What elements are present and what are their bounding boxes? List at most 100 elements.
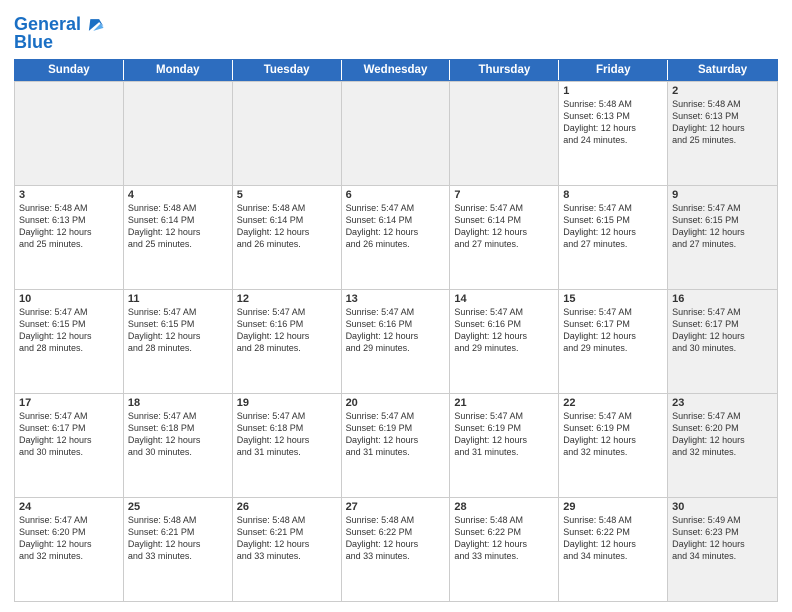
day-number: 12 [237, 293, 337, 305]
day-info: Sunrise: 5:47 AM Sunset: 6:17 PM Dayligh… [672, 306, 773, 355]
day-number: 13 [346, 293, 446, 305]
day-info: Sunrise: 5:47 AM Sunset: 6:17 PM Dayligh… [563, 306, 663, 355]
day-cell-13: 13Sunrise: 5:47 AM Sunset: 6:16 PM Dayli… [342, 290, 451, 393]
day-info: Sunrise: 5:48 AM Sunset: 6:21 PM Dayligh… [128, 514, 228, 563]
day-number: 25 [128, 501, 228, 513]
day-cell-3: 3Sunrise: 5:48 AM Sunset: 6:13 PM Daylig… [15, 186, 124, 289]
day-info: Sunrise: 5:47 AM Sunset: 6:15 PM Dayligh… [19, 306, 119, 355]
day-header-sunday: Sunday [15, 60, 124, 80]
day-cell-12: 12Sunrise: 5:47 AM Sunset: 6:16 PM Dayli… [233, 290, 342, 393]
day-info: Sunrise: 5:48 AM Sunset: 6:13 PM Dayligh… [19, 202, 119, 251]
day-number: 19 [237, 397, 337, 409]
day-info: Sunrise: 5:47 AM Sunset: 6:17 PM Dayligh… [19, 410, 119, 459]
day-number: 10 [19, 293, 119, 305]
day-number: 9 [672, 189, 773, 201]
week-row-4: 17Sunrise: 5:47 AM Sunset: 6:17 PM Dayli… [15, 393, 777, 497]
day-cell-16: 16Sunrise: 5:47 AM Sunset: 6:17 PM Dayli… [668, 290, 777, 393]
empty-cell [15, 82, 124, 185]
day-cell-26: 26Sunrise: 5:48 AM Sunset: 6:21 PM Dayli… [233, 498, 342, 601]
day-cell-2: 2Sunrise: 5:48 AM Sunset: 6:13 PM Daylig… [668, 82, 777, 185]
day-info: Sunrise: 5:48 AM Sunset: 6:13 PM Dayligh… [563, 98, 663, 147]
page: General Blue SundayMondayTuesdayWednesda… [0, 0, 792, 612]
day-cell-28: 28Sunrise: 5:48 AM Sunset: 6:22 PM Dayli… [450, 498, 559, 601]
day-number: 23 [672, 397, 773, 409]
day-cell-15: 15Sunrise: 5:47 AM Sunset: 6:17 PM Dayli… [559, 290, 668, 393]
day-header-tuesday: Tuesday [233, 60, 342, 80]
day-number: 30 [672, 501, 773, 513]
day-cell-17: 17Sunrise: 5:47 AM Sunset: 6:17 PM Dayli… [15, 394, 124, 497]
day-number: 29 [563, 501, 663, 513]
logo: General Blue [14, 14, 105, 53]
day-info: Sunrise: 5:48 AM Sunset: 6:22 PM Dayligh… [563, 514, 663, 563]
day-cell-22: 22Sunrise: 5:47 AM Sunset: 6:19 PM Dayli… [559, 394, 668, 497]
day-cell-24: 24Sunrise: 5:47 AM Sunset: 6:20 PM Dayli… [15, 498, 124, 601]
day-info: Sunrise: 5:47 AM Sunset: 6:18 PM Dayligh… [128, 410, 228, 459]
day-number: 17 [19, 397, 119, 409]
day-info: Sunrise: 5:47 AM Sunset: 6:14 PM Dayligh… [346, 202, 446, 251]
day-cell-6: 6Sunrise: 5:47 AM Sunset: 6:14 PM Daylig… [342, 186, 451, 289]
day-info: Sunrise: 5:49 AM Sunset: 6:23 PM Dayligh… [672, 514, 773, 563]
day-number: 18 [128, 397, 228, 409]
week-row-5: 24Sunrise: 5:47 AM Sunset: 6:20 PM Dayli… [15, 497, 777, 601]
day-info: Sunrise: 5:48 AM Sunset: 6:14 PM Dayligh… [237, 202, 337, 251]
day-info: Sunrise: 5:48 AM Sunset: 6:22 PM Dayligh… [346, 514, 446, 563]
day-cell-18: 18Sunrise: 5:47 AM Sunset: 6:18 PM Dayli… [124, 394, 233, 497]
week-row-1: 1Sunrise: 5:48 AM Sunset: 6:13 PM Daylig… [15, 81, 777, 185]
day-number: 4 [128, 189, 228, 201]
calendar-header: SundayMondayTuesdayWednesdayThursdayFrid… [14, 59, 778, 81]
day-number: 3 [19, 189, 119, 201]
day-cell-5: 5Sunrise: 5:48 AM Sunset: 6:14 PM Daylig… [233, 186, 342, 289]
day-number: 14 [454, 293, 554, 305]
day-number: 21 [454, 397, 554, 409]
day-cell-8: 8Sunrise: 5:47 AM Sunset: 6:15 PM Daylig… [559, 186, 668, 289]
empty-cell [450, 82, 559, 185]
calendar: SundayMondayTuesdayWednesdayThursdayFrid… [14, 59, 778, 602]
day-info: Sunrise: 5:47 AM Sunset: 6:19 PM Dayligh… [454, 410, 554, 459]
day-cell-29: 29Sunrise: 5:48 AM Sunset: 6:22 PM Dayli… [559, 498, 668, 601]
day-cell-21: 21Sunrise: 5:47 AM Sunset: 6:19 PM Dayli… [450, 394, 559, 497]
week-row-2: 3Sunrise: 5:48 AM Sunset: 6:13 PM Daylig… [15, 185, 777, 289]
day-info: Sunrise: 5:48 AM Sunset: 6:14 PM Dayligh… [128, 202, 228, 251]
day-number: 11 [128, 293, 228, 305]
day-cell-9: 9Sunrise: 5:47 AM Sunset: 6:15 PM Daylig… [668, 186, 777, 289]
day-info: Sunrise: 5:47 AM Sunset: 6:19 PM Dayligh… [563, 410, 663, 459]
day-info: Sunrise: 5:47 AM Sunset: 6:20 PM Dayligh… [672, 410, 773, 459]
day-cell-23: 23Sunrise: 5:47 AM Sunset: 6:20 PM Dayli… [668, 394, 777, 497]
day-cell-27: 27Sunrise: 5:48 AM Sunset: 6:22 PM Dayli… [342, 498, 451, 601]
day-info: Sunrise: 5:47 AM Sunset: 6:16 PM Dayligh… [237, 306, 337, 355]
header: General Blue [14, 10, 778, 53]
day-cell-4: 4Sunrise: 5:48 AM Sunset: 6:14 PM Daylig… [124, 186, 233, 289]
logo-icon [83, 14, 105, 36]
day-number: 1 [563, 85, 663, 97]
day-cell-1: 1Sunrise: 5:48 AM Sunset: 6:13 PM Daylig… [559, 82, 668, 185]
day-header-thursday: Thursday [450, 60, 559, 80]
day-number: 22 [563, 397, 663, 409]
day-info: Sunrise: 5:47 AM Sunset: 6:16 PM Dayligh… [454, 306, 554, 355]
day-header-saturday: Saturday [668, 60, 777, 80]
day-info: Sunrise: 5:47 AM Sunset: 6:18 PM Dayligh… [237, 410, 337, 459]
day-number: 27 [346, 501, 446, 513]
day-info: Sunrise: 5:48 AM Sunset: 6:13 PM Dayligh… [672, 98, 773, 147]
day-cell-7: 7Sunrise: 5:47 AM Sunset: 6:14 PM Daylig… [450, 186, 559, 289]
day-number: 8 [563, 189, 663, 201]
day-number: 24 [19, 501, 119, 513]
day-number: 16 [672, 293, 773, 305]
day-header-monday: Monday [124, 60, 233, 80]
day-number: 2 [672, 85, 773, 97]
day-info: Sunrise: 5:47 AM Sunset: 6:15 PM Dayligh… [563, 202, 663, 251]
week-row-3: 10Sunrise: 5:47 AM Sunset: 6:15 PM Dayli… [15, 289, 777, 393]
day-info: Sunrise: 5:47 AM Sunset: 6:19 PM Dayligh… [346, 410, 446, 459]
day-cell-25: 25Sunrise: 5:48 AM Sunset: 6:21 PM Dayli… [124, 498, 233, 601]
day-cell-10: 10Sunrise: 5:47 AM Sunset: 6:15 PM Dayli… [15, 290, 124, 393]
day-info: Sunrise: 5:47 AM Sunset: 6:14 PM Dayligh… [454, 202, 554, 251]
day-number: 26 [237, 501, 337, 513]
day-header-friday: Friday [559, 60, 668, 80]
day-number: 7 [454, 189, 554, 201]
day-number: 5 [237, 189, 337, 201]
calendar-body: 1Sunrise: 5:48 AM Sunset: 6:13 PM Daylig… [14, 81, 778, 602]
day-header-wednesday: Wednesday [342, 60, 451, 80]
day-info: Sunrise: 5:47 AM Sunset: 6:16 PM Dayligh… [346, 306, 446, 355]
day-number: 6 [346, 189, 446, 201]
day-info: Sunrise: 5:48 AM Sunset: 6:21 PM Dayligh… [237, 514, 337, 563]
day-number: 15 [563, 293, 663, 305]
